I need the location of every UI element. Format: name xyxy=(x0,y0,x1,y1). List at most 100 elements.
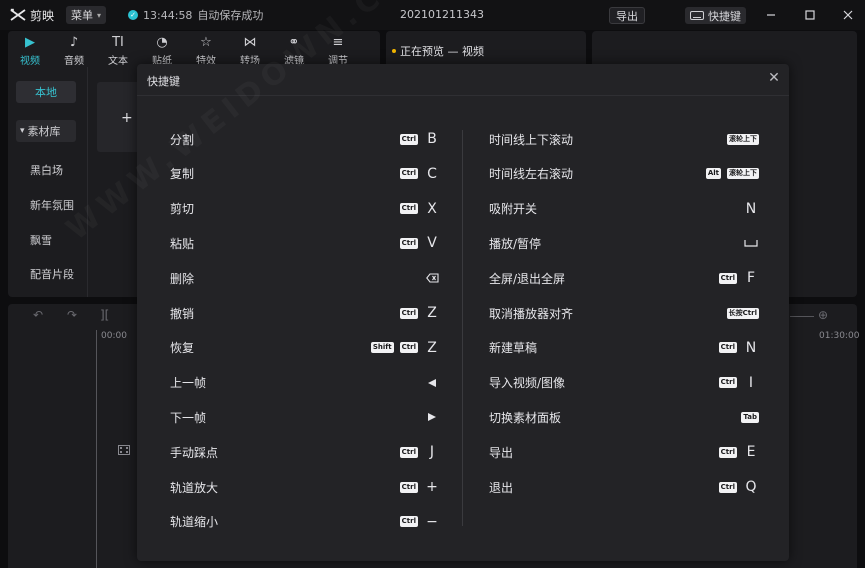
sidebar-library[interactable]: ▾ 素材库 xyxy=(16,120,76,142)
arrow-left-icon xyxy=(424,378,440,388)
maximize-button[interactable] xyxy=(801,6,819,24)
key-badge: 长按Ctrl xyxy=(726,307,759,319)
sidebar-item[interactable]: 配音片段 xyxy=(30,266,74,282)
key-char: X xyxy=(427,200,437,217)
shortcut-label: 导入视频/图像 xyxy=(489,376,566,391)
shortcut-label: 手动踩点 xyxy=(170,445,219,460)
dialog-close-button[interactable]: ✕ xyxy=(767,70,781,86)
tab-video[interactable]: ▶ 视频 xyxy=(8,31,52,68)
key-char: N xyxy=(745,200,757,217)
tab-filter[interactable]: ⚭ 滤镜 xyxy=(272,31,316,68)
tab-text[interactable]: TI 文本 xyxy=(96,31,140,68)
close-window-button[interactable] xyxy=(839,6,857,24)
key-badge: Ctrl xyxy=(399,516,418,528)
tab-transition[interactable]: ⋈ 转场 xyxy=(228,31,272,68)
key-badge: Tab xyxy=(741,411,759,423)
tab-adjust[interactable]: ≡ 调节 xyxy=(316,31,360,68)
shortcut-keys: Ctrl N xyxy=(718,340,759,356)
redo-icon[interactable]: ↷ xyxy=(67,308,77,322)
shortcut-label: 取消播放器对齐 xyxy=(489,306,574,321)
video-icon: ▶ xyxy=(25,34,35,50)
undo-icon[interactable]: ↶ xyxy=(33,308,43,322)
shortcut-button[interactable]: 快捷键 xyxy=(685,7,746,24)
chevron-down-icon: ▾ xyxy=(97,10,102,20)
sidebar-item[interactable]: 黑白场 xyxy=(30,162,63,178)
sidebar-item[interactable]: 新年氛围 xyxy=(30,197,74,213)
shortcut-label: 剪切 xyxy=(170,202,195,217)
shortcut-keys: Ctrl Z xyxy=(399,305,440,321)
shortcut-row: 播放/暂停 xyxy=(489,233,759,253)
shortcut-row: 分割 Ctrl B xyxy=(170,129,440,149)
column-divider xyxy=(462,130,463,526)
shortcut-keys: Ctrl J xyxy=(399,444,440,460)
shortcut-label: 新建草稿 xyxy=(489,341,538,356)
playhead[interactable] xyxy=(96,330,97,568)
sidebar-local[interactable]: 本地 xyxy=(16,81,76,103)
shortcut-row: 复制 Ctrl C xyxy=(170,164,440,184)
zoom-slider[interactable] xyxy=(790,316,814,317)
save-status: ✓ 13:44:58 自动保存成功 xyxy=(128,7,263,23)
split-icon[interactable]: ][ xyxy=(100,308,109,322)
main-menu-button[interactable]: 菜单 ▾ xyxy=(66,6,107,24)
transition-icon: ⋈ xyxy=(243,34,257,50)
shortcut-label: 分割 xyxy=(170,132,195,147)
shortcut-keys xyxy=(743,239,759,247)
timeline-end: 01:30:00 xyxy=(819,331,860,341)
check-icon: ✓ xyxy=(128,10,139,20)
key-char: Z xyxy=(427,305,437,321)
key-char: C xyxy=(427,165,437,182)
shortcut-row: 粘贴 Ctrl V xyxy=(170,233,440,253)
shortcut-row: 下一帧 xyxy=(170,407,440,427)
preview-title-text: 正在预览 — 视频 xyxy=(400,45,484,58)
zoom-icon[interactable]: ⊕ xyxy=(818,308,828,322)
key-badge: 滚轮上下 xyxy=(727,133,759,145)
shortcut-keys: Alt 滚轮上下 xyxy=(705,168,759,180)
key-badge: Ctrl xyxy=(718,446,737,458)
dialog-title: 快捷键 xyxy=(147,75,180,88)
key-char: B xyxy=(427,131,437,147)
tab-sticker[interactable]: ◔ 贴纸 xyxy=(140,31,184,68)
tab-label: 音频 xyxy=(64,56,84,67)
shortcut-label: 导出 xyxy=(489,445,514,460)
arrow-right-icon xyxy=(424,412,440,422)
keyboard-icon xyxy=(690,11,704,20)
tab-effects[interactable]: ☆ 特效 xyxy=(184,31,228,68)
shortcut-row: 手动踩点 Ctrl J xyxy=(170,442,440,462)
minimize-button[interactable] xyxy=(762,6,780,24)
shortcut-keys: N xyxy=(743,201,759,217)
sidebar-divider xyxy=(87,67,88,297)
key-char: − xyxy=(426,513,438,530)
key-badge: Shift xyxy=(370,342,394,354)
shortcut-keys: 长按Ctrl xyxy=(726,307,759,319)
shortcut-keys: Ctrl E xyxy=(718,444,759,460)
shortcut-label: 退出 xyxy=(489,480,514,495)
maximize-icon xyxy=(805,10,815,20)
shortcut-keys xyxy=(424,273,440,283)
shortcut-row: 恢复 Shift Ctrl Z xyxy=(170,338,440,358)
library-arrow-icon: ▾ xyxy=(20,126,25,136)
shortcut-label: 轨道放大 xyxy=(170,480,219,495)
shortcut-row: 吸附开关 N xyxy=(489,199,759,219)
key-char: + xyxy=(426,479,438,495)
shortcut-row: 上一帧 xyxy=(170,373,440,393)
export-button[interactable]: 导出 xyxy=(609,7,645,24)
dialog-separator xyxy=(137,95,789,96)
key-badge: Ctrl xyxy=(399,237,418,249)
tab-audio[interactable]: ♪ 音频 xyxy=(52,31,96,68)
audio-icon: ♪ xyxy=(69,34,79,50)
preview-title: 正在预览 — 视频 xyxy=(392,43,484,59)
shortcut-keys: Tab xyxy=(741,411,759,423)
key-badge: Ctrl xyxy=(399,446,418,458)
key-badge: Ctrl xyxy=(399,133,418,145)
shortcut-keys: Ctrl B xyxy=(399,131,440,147)
shortcut-label: 全屏/退出全屏 xyxy=(489,271,566,286)
media-thumbnail[interactable] xyxy=(97,82,142,152)
shortcut-label: 轨道缩小 xyxy=(170,515,219,530)
shortcut-row: 导入视频/图像 Ctrl I xyxy=(489,373,759,393)
app-logo-icon xyxy=(10,8,26,21)
add-media-icon[interactable]: + xyxy=(121,110,133,126)
app-logo: 剪映 xyxy=(10,7,54,24)
sidebar-item[interactable]: 飘雪 xyxy=(30,232,52,248)
project-name: 202101211343 xyxy=(400,8,484,21)
key-badge: Ctrl xyxy=(718,342,737,354)
